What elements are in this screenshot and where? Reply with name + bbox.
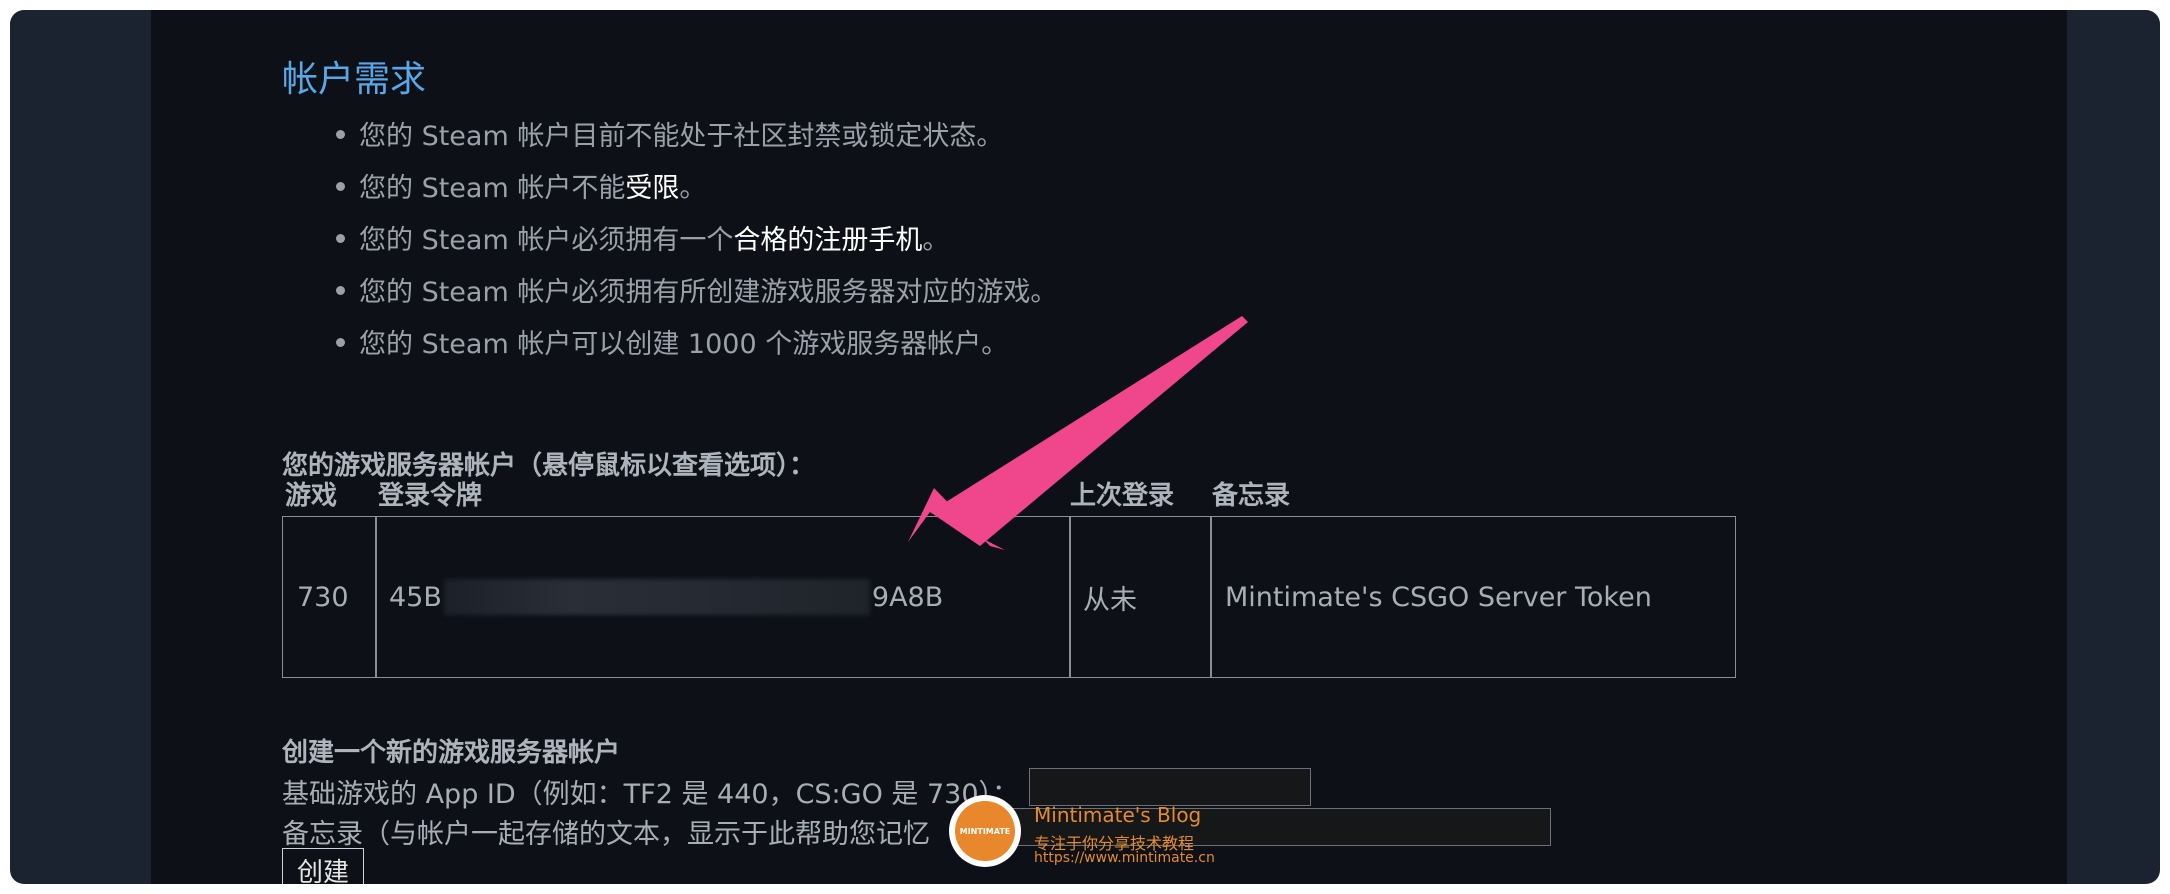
requirement-item: 您的 Steam 帐户目前不能处于社区封禁或锁定状态。 <box>336 114 1003 153</box>
bullet-icon <box>336 338 345 347</box>
requirement-item: 您的 Steam 帐户可以创建 1000 个游戏服务器帐户。 <box>336 322 1008 361</box>
requirement-item: 您的 Steam 帐户必须拥有所创建游戏服务器对应的游戏。 <box>336 270 1057 309</box>
create-button[interactable]: 创建 <box>282 848 364 884</box>
watermark-url: https://www.mintimate.cn <box>1034 850 1215 866</box>
cat-logo-icon: MINTIMATE <box>949 795 1021 867</box>
browser-frame: 帐户需求 您的 Steam 帐户目前不能处于社区封禁或锁定状态。 您的 Stea… <box>10 10 2160 884</box>
table-row[interactable]: 730 45B 9A8B 从未 Mintimate's CSGO Server T… <box>282 516 1736 678</box>
column-header-game: 游戏 <box>285 481 338 511</box>
redacted-token <box>443 579 870 615</box>
cell-token: 45B 9A8B <box>389 517 943 677</box>
page-content: 帐户需求 您的 Steam 帐户目前不能处于社区封禁或锁定状态。 您的 Stea… <box>151 10 2067 884</box>
memo-label: 备忘录（与帐户一起存储的文本，显示于此帮助您记忆 <box>282 819 930 850</box>
requirement-item: 您的 Steam 帐户不能受限。 <box>336 166 706 205</box>
limited-account-link[interactable]: 受限 <box>625 173 679 204</box>
bullet-icon <box>336 182 345 191</box>
qualified-phone-link[interactable]: 合格的注册手机 <box>733 225 922 256</box>
requirement-item: 您的 Steam 帐户必须拥有一个合格的注册手机。 <box>336 218 949 257</box>
bullet-icon <box>336 130 345 139</box>
column-header-memo: 备忘录 <box>1212 481 1291 511</box>
cell-game: 730 <box>297 581 349 613</box>
watermark: MINTIMATE Mintimate's Blog 专注于你分享技术教程 ht… <box>949 785 1289 875</box>
create-account-heading: 创建一个新的游戏服务器帐户 <box>282 738 621 768</box>
cell-last-login: 从未 <box>1083 584 1137 616</box>
watermark-title: Mintimate's Blog <box>1034 803 1202 827</box>
accounts-heading: 您的游戏服务器帐户（悬停鼠标以查看选项）： <box>282 451 816 481</box>
bullet-icon <box>336 286 345 295</box>
appid-label: 基础游戏的 App ID（例如：TF2 是 440，CS:GO 是 730）： <box>282 779 1020 810</box>
bullet-icon <box>336 234 345 243</box>
account-requirements-title: 帐户需求 <box>282 59 427 100</box>
column-header-token: 登录令牌 <box>378 481 483 511</box>
cell-memo: Mintimate's CSGO Server Token <box>1225 581 1652 613</box>
column-header-last-login: 上次登录 <box>1070 481 1175 511</box>
